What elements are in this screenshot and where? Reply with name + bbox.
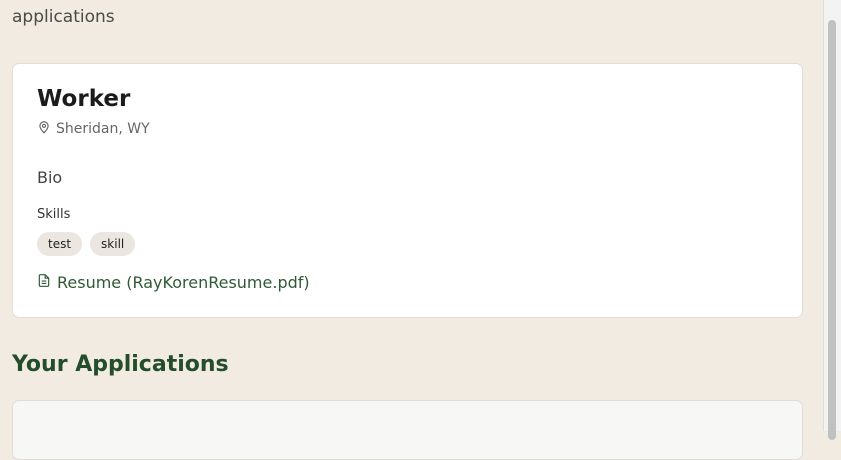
top-action-bar xyxy=(12,0,801,1)
skills-label: Skills xyxy=(37,207,71,222)
profile-bio: Bio xyxy=(37,168,63,187)
map-pin-icon xyxy=(37,120,51,138)
resume-link-text[interactable]: Resume (RayKorenResume.pdf) xyxy=(57,273,310,292)
skill-chip: test xyxy=(37,232,83,256)
applications-title: Your Applications xyxy=(12,352,229,377)
profile-name: Worker xyxy=(37,86,131,112)
applications-card xyxy=(12,400,803,460)
skills-list: test skill xyxy=(37,232,136,256)
profile-card: Worker Sheridan, WY Bio Skills test skil… xyxy=(12,63,803,318)
skill-chip: skill xyxy=(90,232,136,256)
scrollbar-thumb[interactable] xyxy=(828,20,836,440)
resume-link[interactable]: Resume (RayKorenResume.pdf) xyxy=(37,273,310,292)
location-text: Sheridan, WY xyxy=(56,121,150,137)
page-scrollbar[interactable] xyxy=(823,0,841,440)
document-icon xyxy=(37,273,51,292)
profile-location: Sheridan, WY xyxy=(37,120,150,138)
intro-text: applications xyxy=(12,7,115,27)
